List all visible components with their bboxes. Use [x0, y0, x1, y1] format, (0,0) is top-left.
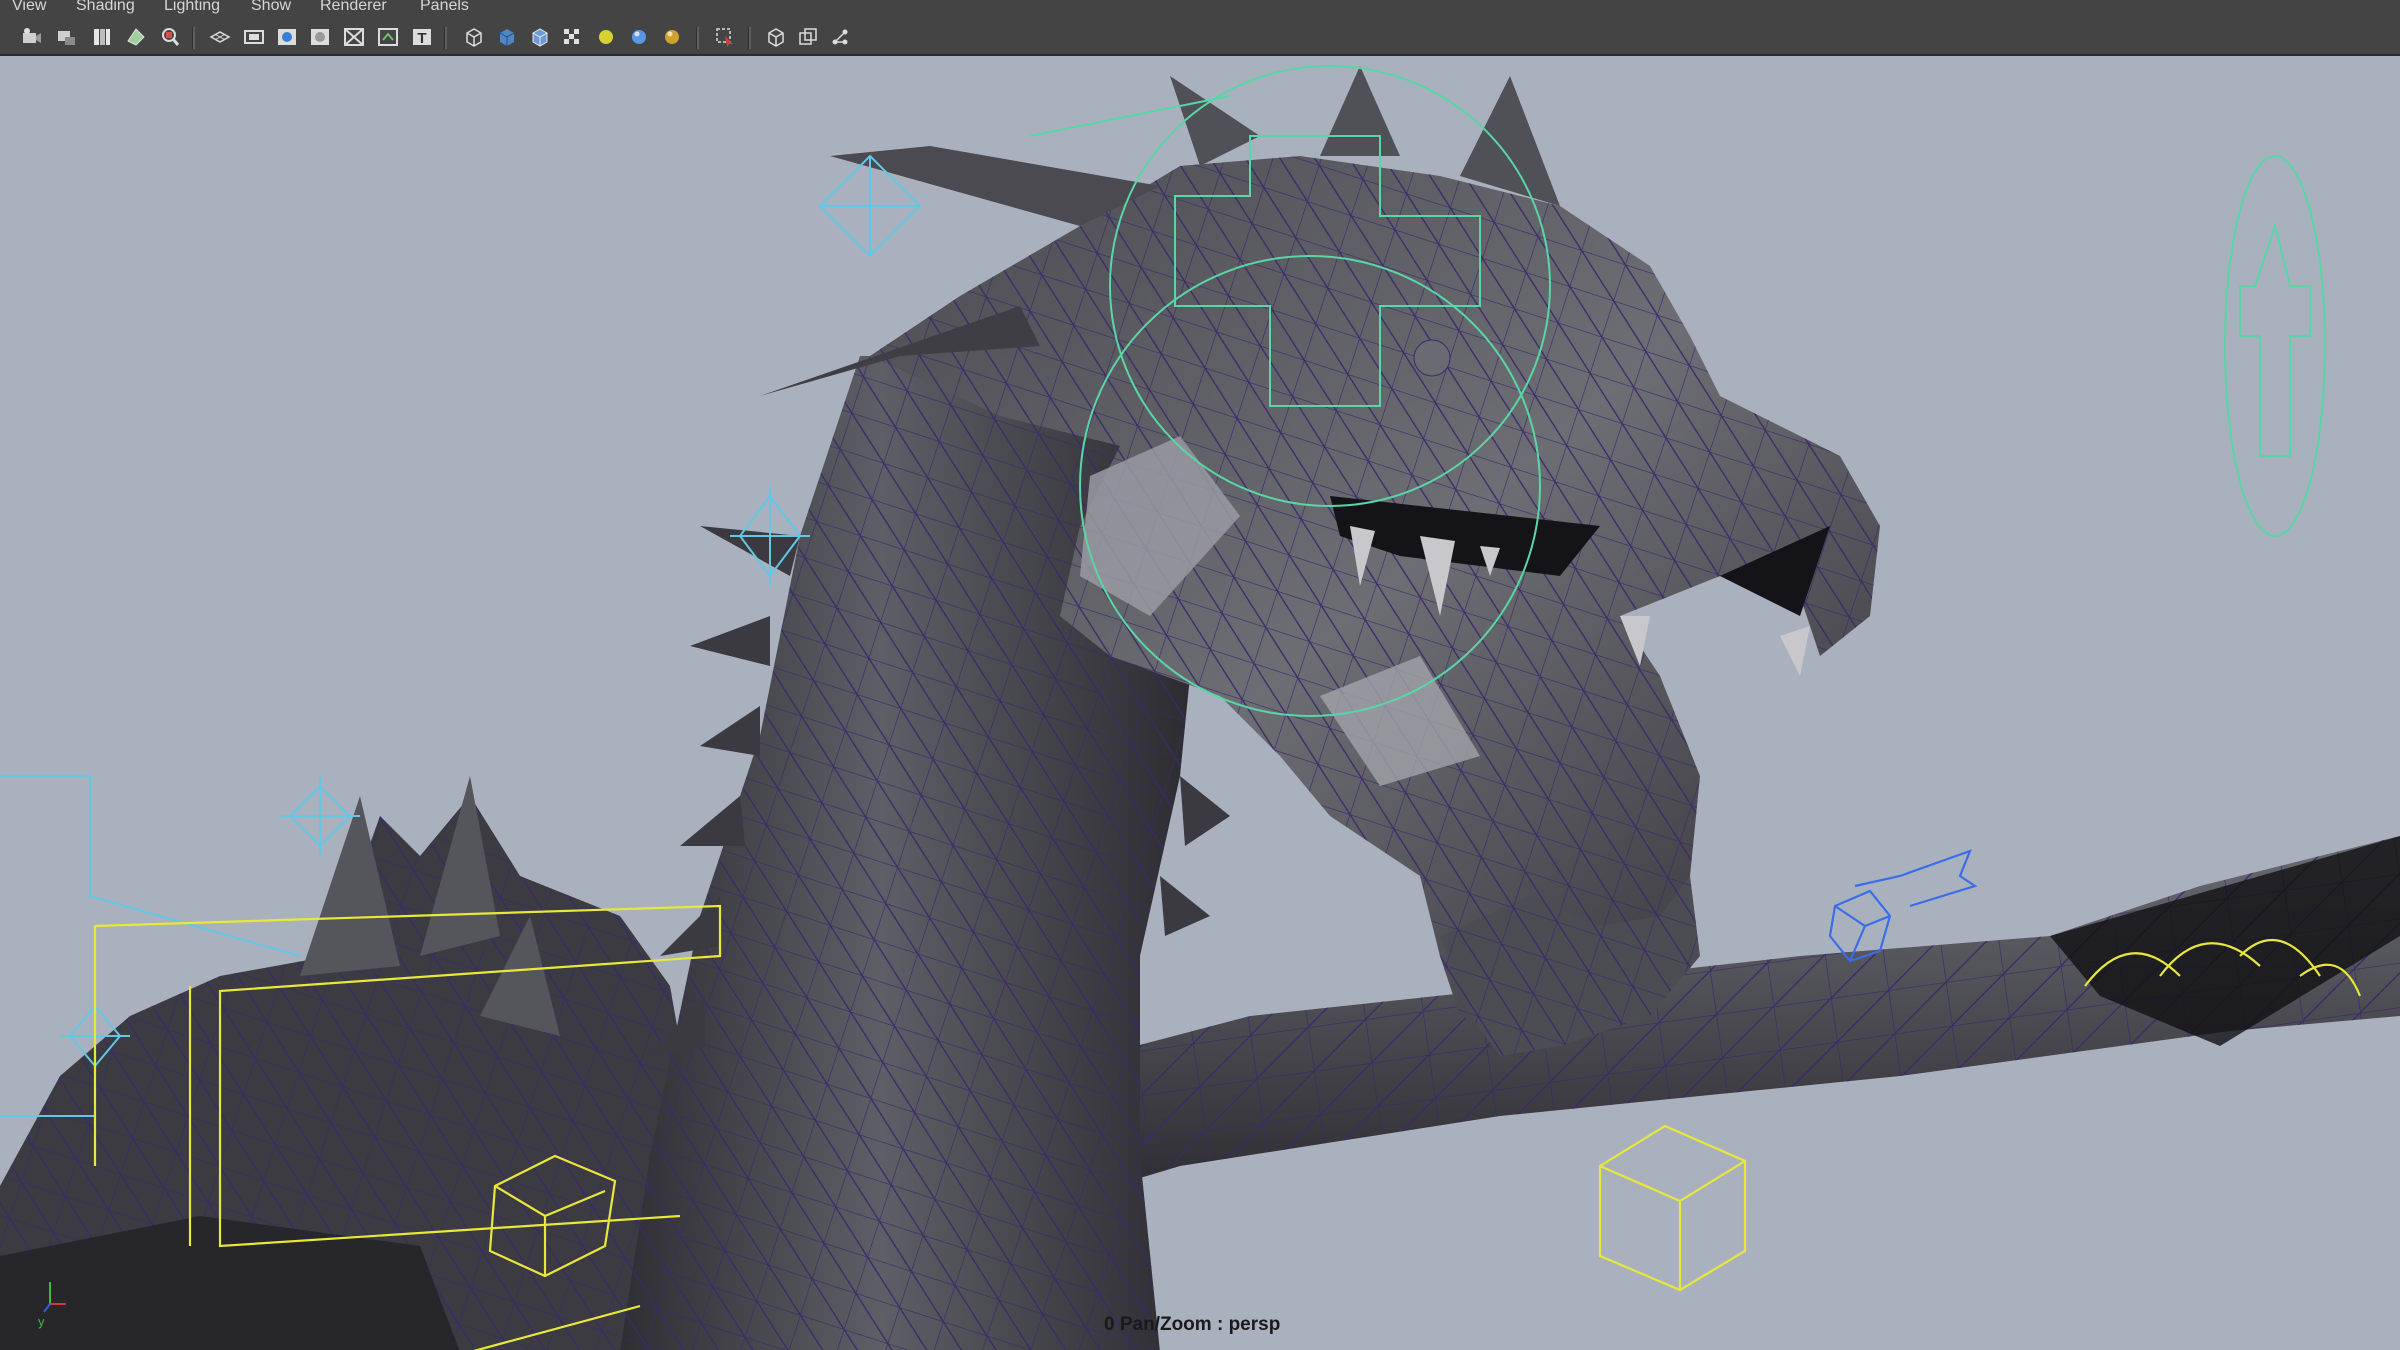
svg-text:T: T: [417, 30, 426, 47]
menu-show[interactable]: Show: [251, 0, 291, 16]
hud-icon[interactable]: [828, 25, 852, 49]
maya-viewport-panel: View Shading Lighting Show Renderer Pane…: [0, 0, 2400, 1350]
safe-title-icon[interactable]: [376, 25, 400, 49]
menu-panels[interactable]: Panels: [420, 0, 469, 16]
camera-status-text: 0 Pan/Zoom : persp: [1104, 1314, 1281, 1335]
panel-menubar: View Shading Lighting Show Renderer Pane…: [0, 0, 2400, 18]
wireframe-icon[interactable]: [462, 25, 486, 49]
eye-control-curve: [2224, 155, 2326, 537]
image-plane-icon[interactable]: [124, 25, 148, 49]
gate-mask-icon[interactable]: [308, 25, 332, 49]
camera-attributes-icon[interactable]: [55, 25, 79, 49]
perspective-viewport[interactable]: y 0 Pan/Zoom : persp: [0, 54, 2400, 1350]
shadows-icon[interactable]: [660, 25, 684, 49]
use-default-light-icon[interactable]: [594, 25, 618, 49]
film-gate-icon[interactable]: [242, 25, 266, 49]
smooth-shade-wireframe-icon[interactable]: [528, 25, 552, 49]
use-all-lights-icon[interactable]: [627, 25, 651, 49]
toolbar-separator: [192, 27, 195, 49]
toolbar-separator: [444, 27, 447, 49]
axis-y-label: y: [38, 1314, 45, 1329]
textured-icon[interactable]: [560, 25, 584, 49]
2d-pan-zoom-icon[interactable]: [158, 25, 182, 49]
menu-lighting[interactable]: Lighting: [164, 0, 220, 16]
toolbar-separator: [748, 27, 751, 49]
isolate-select-icon[interactable]: [713, 25, 737, 49]
dragon-shoulder-mesh[interactable]: [0, 776, 700, 1350]
resolution-gate-icon[interactable]: [275, 25, 299, 49]
xray-joints-icon[interactable]: [796, 25, 820, 49]
field-chart-icon[interactable]: [342, 25, 366, 49]
menu-renderer[interactable]: Renderer: [320, 0, 387, 16]
select-camera-icon[interactable]: [20, 25, 44, 49]
smooth-shade-icon[interactable]: [495, 25, 519, 49]
menu-shading[interactable]: Shading: [76, 0, 135, 16]
dragon-wing-mesh[interactable]: [1060, 836, 2400, 1196]
grid-icon[interactable]: [208, 25, 232, 49]
xray-icon[interactable]: [764, 25, 788, 49]
bookmarks-icon[interactable]: [90, 25, 114, 49]
panel-toolbar: T: [0, 18, 2400, 54]
safe-action-icon[interactable]: T: [410, 25, 434, 49]
scene-canvas[interactable]: [0, 56, 2400, 1350]
toolbar-separator: [696, 27, 699, 49]
menu-view[interactable]: View: [12, 0, 46, 16]
